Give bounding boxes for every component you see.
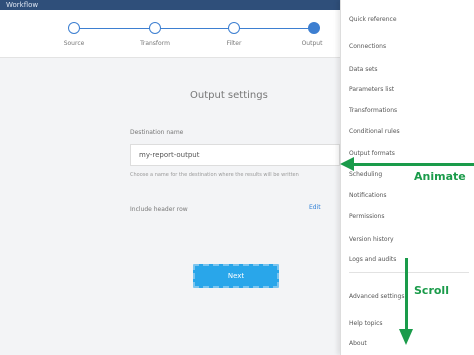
panel-item[interactable]: Data sets	[349, 66, 378, 73]
panel-item[interactable]: Notifications	[349, 192, 387, 199]
panel-item[interactable]: Parameters list	[349, 86, 394, 93]
scroll-annotation: Scroll	[414, 284, 449, 297]
panel-item[interactable]: Scheduling	[349, 171, 382, 178]
animate-arrow-head	[340, 157, 354, 171]
step-1-dot[interactable]	[68, 22, 80, 34]
step-3-label: Filter	[226, 40, 242, 47]
panel-item[interactable]: Quick reference	[349, 16, 397, 23]
panel-item[interactable]: Connections	[349, 43, 386, 50]
header-row-edit-link[interactable]: Edit	[309, 204, 321, 211]
scroll-arrow-shaft	[405, 258, 408, 334]
step-3-dot[interactable]	[228, 22, 240, 34]
step-2-label: Transform	[140, 40, 170, 47]
panel-item[interactable]: Conditional rules	[349, 128, 400, 135]
header-row-option-label: Include header row	[130, 206, 188, 213]
panel-item[interactable]: Help topics	[349, 320, 383, 327]
main-content: Output settings Destination name my-repo…	[0, 58, 340, 355]
destination-input[interactable]: my-report-output	[130, 144, 340, 166]
app-title: Workflow	[6, 1, 39, 9]
progress-stepper: Source Transform Filter Output	[0, 10, 340, 58]
step-1-label: Source	[63, 40, 85, 47]
panel-item[interactable]: Advanced settings	[349, 293, 404, 300]
panel-item[interactable]: Version history	[349, 236, 394, 243]
panel-item[interactable]: Permissions	[349, 213, 385, 220]
animate-annotation: Animate	[414, 170, 466, 183]
next-button[interactable]: Next	[193, 264, 279, 288]
animate-arrow-shaft	[353, 163, 474, 166]
panel-item[interactable]: About	[349, 340, 367, 347]
stepper-line	[74, 28, 314, 29]
page-title: Output settings	[190, 90, 268, 101]
panel-item[interactable]: Output formats	[349, 150, 395, 157]
destination-label: Destination name	[130, 129, 184, 136]
step-4-dot[interactable]	[308, 22, 320, 34]
step-2-dot[interactable]	[149, 22, 161, 34]
step-4-label: Output	[301, 40, 323, 47]
panel-item[interactable]: Logs and audits	[349, 256, 396, 263]
destination-help-text: Choose a name for the destination where …	[130, 172, 299, 178]
scroll-arrow-head	[399, 329, 413, 345]
panel-divider	[349, 272, 469, 273]
top-bar: Workflow	[0, 0, 340, 10]
panel-item[interactable]: Transformations	[349, 107, 397, 114]
